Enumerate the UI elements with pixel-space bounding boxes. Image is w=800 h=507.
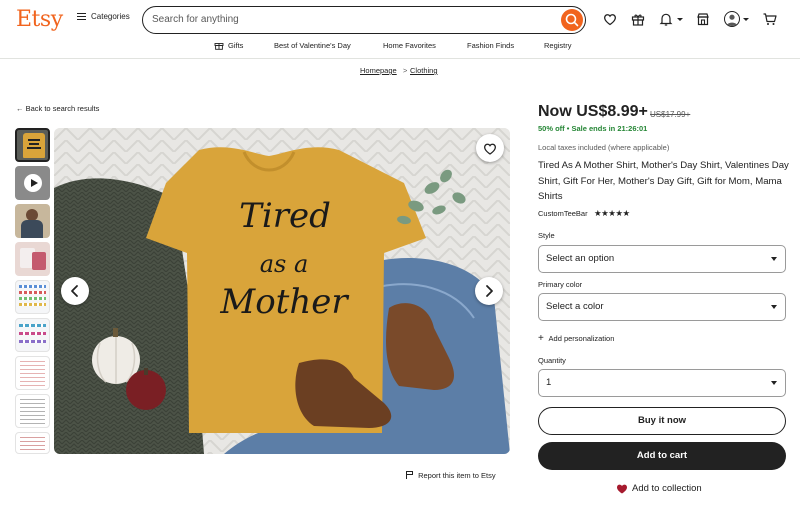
nav-item-gifts[interactable]: Gifts <box>228 41 243 50</box>
search-icon <box>565 13 579 27</box>
product-title: Tired As A Mother Shirt, Mother's Day Sh… <box>538 160 789 203</box>
previous-image-button[interactable] <box>61 277 89 305</box>
nav-item-fashion-finds[interactable]: Fashion Finds <box>467 41 514 50</box>
thumbnail-1[interactable] <box>15 128 50 162</box>
thumbnail-6[interactable] <box>15 318 50 352</box>
product-image[interactable]: Tired as a Mother <box>54 128 510 454</box>
breadcrumb-clothing[interactable]: Clothing <box>410 66 438 75</box>
tax-note: Local taxes included (where applicable) <box>538 143 670 152</box>
report-item-link[interactable]: Report this item to Etsy <box>406 471 496 480</box>
chevron-down-icon <box>771 257 777 261</box>
add-to-collection-button[interactable]: Add to collection <box>616 483 702 494</box>
shop-name-link[interactable]: CustomTeeBar <box>538 209 588 218</box>
heart-icon <box>484 143 496 155</box>
categories-button[interactable]: Categories <box>77 12 130 21</box>
thumbnail-7[interactable] <box>15 356 50 390</box>
quantity-select[interactable] <box>538 369 786 397</box>
thumbnail-3[interactable] <box>15 204 50 238</box>
nav-item-home-favorites[interactable]: Home Favorites <box>383 41 436 50</box>
thumbnail-8[interactable] <box>15 394 50 428</box>
play-icon <box>31 178 38 187</box>
chevron-down-icon[interactable] <box>677 18 683 21</box>
price-original: US$17.99+ <box>650 110 691 119</box>
quantity-label: Quantity <box>538 356 566 365</box>
bell-icon[interactable] <box>658 11 674 27</box>
chevron-down-icon <box>771 305 777 309</box>
menu-icon <box>77 13 86 20</box>
rating-stars[interactable]: ★★★★★ <box>594 208 630 219</box>
quantity-select-value: 1 <box>546 377 552 388</box>
plus-icon: + <box>538 333 544 344</box>
thumbnail-video[interactable] <box>15 166 50 200</box>
user-icon <box>726 14 738 26</box>
arrow-left-icon: ← <box>16 104 24 113</box>
categories-label: Categories <box>91 12 130 21</box>
buy-now-button[interactable]: Buy it now <box>538 407 786 435</box>
back-to-results-link[interactable]: ← Back to search results <box>16 104 99 113</box>
style-label: Style <box>538 231 555 240</box>
chevron-down-icon[interactable] <box>743 18 749 21</box>
favorite-button[interactable] <box>476 134 504 162</box>
color-label: Primary color <box>538 280 583 289</box>
flag-icon <box>406 471 413 479</box>
gift-icon[interactable] <box>630 11 646 27</box>
style-select-value: Select an option <box>546 253 615 264</box>
nav-item-registry[interactable]: Registry <box>544 41 572 50</box>
discount-text: 50% off <box>538 124 565 133</box>
thumbnail-9[interactable] <box>15 432 50 454</box>
sale-ends-text: Sale ends in 21:26:01 <box>571 124 648 133</box>
next-image-button[interactable] <box>475 277 503 305</box>
heart-icon[interactable] <box>602 11 618 27</box>
nav-item-valentines[interactable]: Best of Valentine's Day <box>274 41 351 50</box>
etsy-logo[interactable]: Etsy <box>16 7 63 32</box>
color-select-value: Select a color <box>546 301 604 312</box>
sale-info: 50% off • Sale ends in 21:26:01 <box>538 124 648 133</box>
add-to-cart-button[interactable]: Add to cart <box>538 442 786 470</box>
heart-filled-icon <box>616 484 628 494</box>
chevron-left-icon <box>71 285 78 297</box>
shirt-text-line-2: as a <box>259 250 309 278</box>
avatar[interactable] <box>724 11 740 27</box>
shirt-text-line-1: Tired <box>239 196 331 236</box>
breadcrumb-separator: > <box>403 66 408 75</box>
thumbnail-4[interactable] <box>15 242 50 276</box>
price-current: Now US$8.99+ <box>538 103 648 120</box>
gift-icon <box>214 43 224 50</box>
add-personalization-button[interactable]: + Add personalization <box>538 333 614 344</box>
chevron-right-icon <box>486 285 493 297</box>
thumbnail-5[interactable] <box>15 280 50 314</box>
cart-icon[interactable] <box>762 11 778 27</box>
shirt-text-line-3: Mother <box>220 282 348 322</box>
search-placeholder: Search for anything <box>152 14 239 25</box>
shop-icon[interactable] <box>695 11 711 27</box>
breadcrumb-homepage[interactable]: Homepage <box>360 66 397 75</box>
chevron-down-icon <box>771 381 777 385</box>
search-button[interactable] <box>561 9 583 31</box>
header-divider <box>0 58 800 59</box>
